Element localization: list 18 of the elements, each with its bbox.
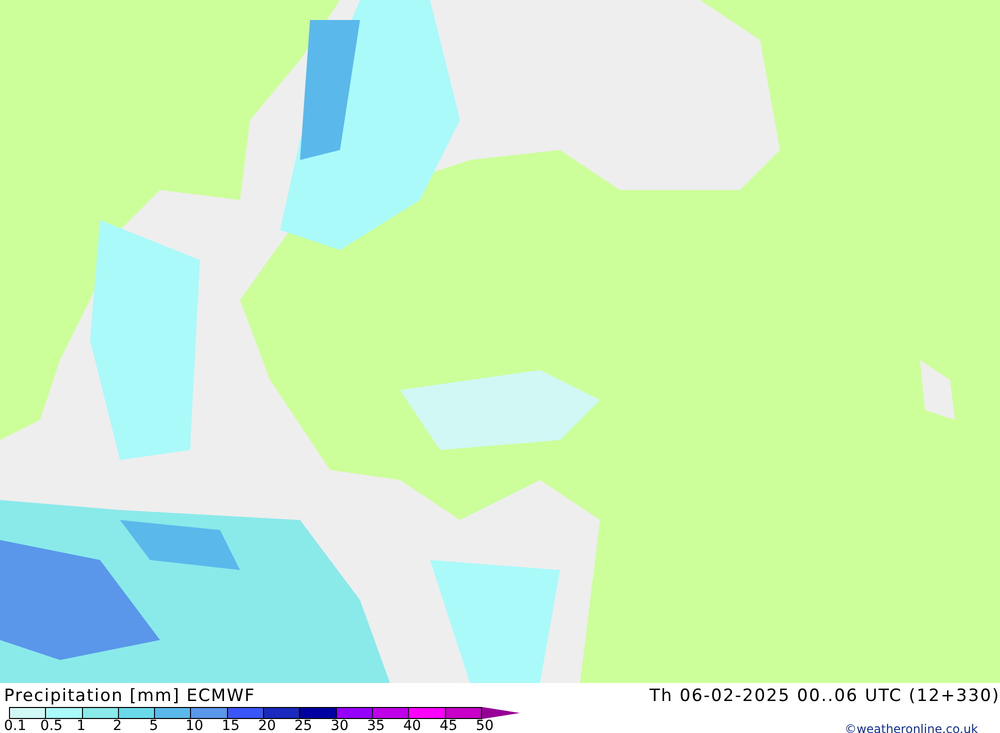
scale-arrow-icon	[482, 707, 520, 719]
scale-label: 35	[366, 719, 386, 733]
chart-title: Precipitation [mm] ECMWF	[4, 686, 256, 706]
scale-label: 0.5	[40, 719, 64, 733]
scale-label: 50	[476, 719, 495, 733]
credit-link[interactable]: ©weatheronline.co.uk	[844, 722, 978, 733]
scale-label: 10	[185, 719, 204, 733]
scale-label: 30	[330, 719, 350, 733]
scale-label: 40	[403, 719, 422, 733]
scale-label: 45	[440, 719, 458, 733]
scale-label: 25	[294, 719, 314, 733]
scale-label: 15	[222, 719, 241, 733]
valid-time-text: Th 06-02-2025 00..06 UTC (12+330)	[649, 686, 1000, 706]
scale-label: 20	[258, 719, 277, 733]
scale-label: 1	[76, 719, 87, 733]
scale-label: 0.1	[4, 719, 28, 733]
scale-label: 2	[112, 719, 123, 733]
scale-label: 5	[149, 719, 160, 733]
